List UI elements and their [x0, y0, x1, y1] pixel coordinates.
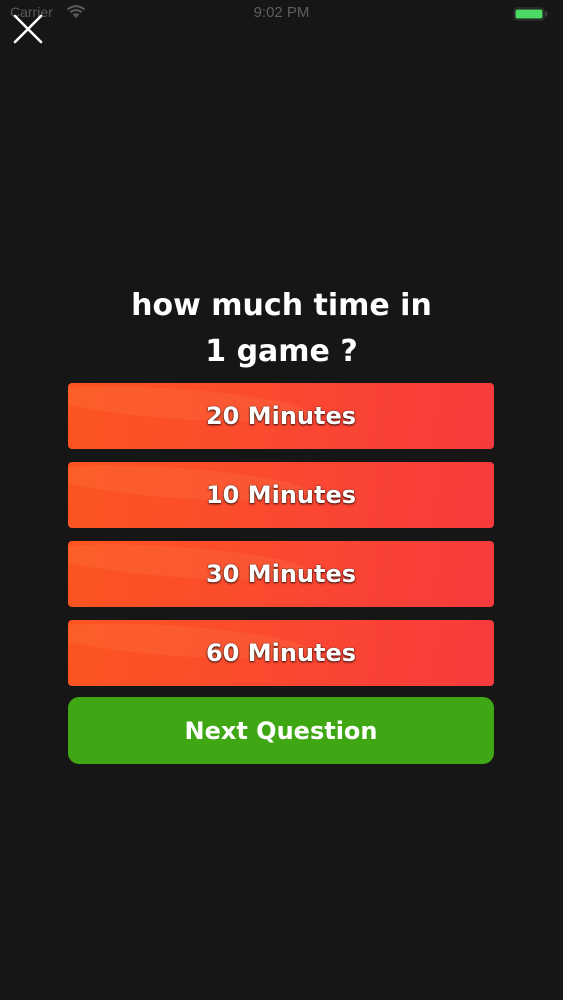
next-question-label: Next Question [184, 716, 378, 745]
next-question-button[interactable]: Next Question [68, 697, 494, 764]
answer-option-4[interactable]: 60 Minutes [68, 620, 494, 686]
close-icon[interactable] [12, 13, 44, 45]
answer-label: 20 Minutes [205, 402, 357, 430]
status-time: 9:02 PM [253, 4, 310, 21]
question-line-2: 1 game ? [205, 334, 358, 369]
answer-label: 60 Minutes [205, 639, 357, 667]
answer-option-3[interactable]: 30 Minutes [68, 541, 494, 607]
status-bar: Carrier 9:02 PM [0, 0, 563, 30]
answer-option-2[interactable]: 10 Minutes [68, 462, 494, 528]
quiz-screen: Carrier 9:02 PM how much time in 1 game … [0, 0, 563, 1000]
answer-option-1[interactable]: 20 Minutes [68, 383, 494, 449]
answer-label: 30 Minutes [205, 560, 357, 588]
question-line-1: how much time in [131, 288, 432, 323]
question-text: how much time in 1 game ? [0, 283, 563, 375]
battery-icon [513, 7, 548, 21]
answer-label: 10 Minutes [205, 481, 357, 509]
